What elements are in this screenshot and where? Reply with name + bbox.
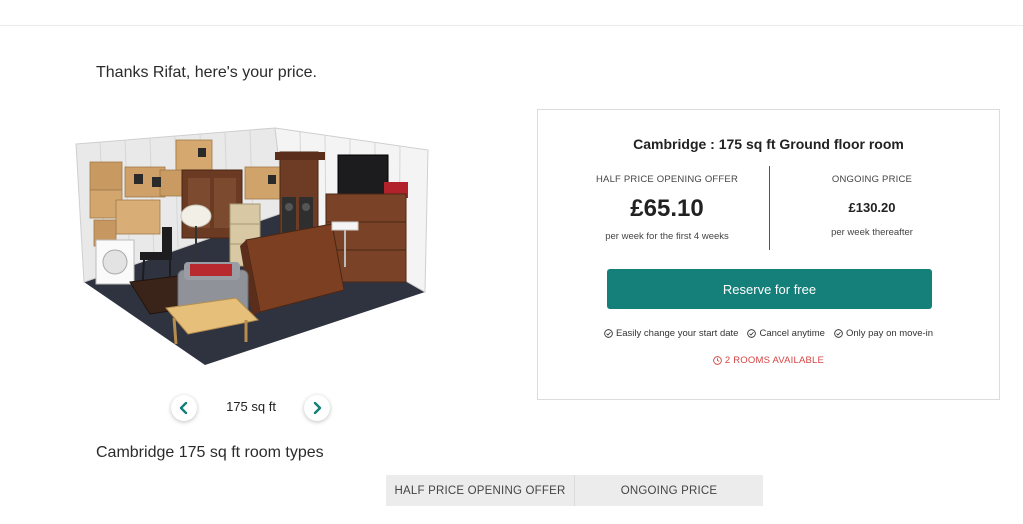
room-types-heading: Cambridge 175 sq ft room types bbox=[96, 444, 324, 461]
offer-label: HALF PRICE OPENING OFFER bbox=[595, 174, 739, 185]
offer-price-column: HALF PRICE OPENING OFFER £65.10 per week… bbox=[552, 174, 782, 242]
room-size-label: 175 sq ft bbox=[226, 399, 276, 414]
column-header-ongoing: ONGOING PRICE bbox=[574, 475, 763, 506]
check-circle-icon bbox=[834, 329, 843, 338]
ongoing-price: £130.20 bbox=[848, 200, 896, 215]
ongoing-label: ONGOING PRICE bbox=[831, 174, 913, 185]
ongoing-price-column: ONGOING PRICE £130.20 per week thereafte… bbox=[757, 174, 987, 238]
ongoing-note: per week thereafter bbox=[831, 227, 913, 238]
feature-label: Cancel anytime bbox=[759, 328, 825, 339]
chevron-right-icon bbox=[313, 402, 322, 414]
previous-size-button[interactable] bbox=[171, 395, 197, 421]
feature-item: Easily change your start date bbox=[604, 328, 739, 339]
clock-icon bbox=[713, 356, 722, 365]
next-size-button[interactable] bbox=[304, 395, 330, 421]
column-header-offer: HALF PRICE OPENING OFFER bbox=[394, 484, 566, 497]
feature-list: Easily change your start date Cancel any… bbox=[538, 328, 999, 339]
feature-label: Easily change your start date bbox=[615, 328, 739, 339]
offer-price: £65.10 bbox=[630, 195, 704, 222]
chevron-left-icon bbox=[179, 402, 188, 414]
check-circle-icon bbox=[747, 329, 757, 338]
greeting-heading: Thanks Rifat, here's your price. bbox=[96, 64, 317, 81]
feature-label: Only pay on move-in bbox=[845, 328, 934, 339]
price-card: Cambridge : 175 sq ft Ground floor room … bbox=[537, 109, 1000, 400]
offer-note: per week for the first 4 weeks bbox=[605, 231, 729, 242]
feature-item: Only pay on move-in bbox=[834, 328, 933, 339]
reserve-button[interactable]: Reserve for free bbox=[607, 269, 932, 309]
room-title: Cambridge : 175 sq ft Ground floor room bbox=[633, 136, 904, 152]
storage-room-illustration bbox=[75, 127, 429, 365]
room-types-table-header: HALF PRICE OPENING OFFER ONGOING PRICE bbox=[386, 475, 763, 506]
availability-text: 2 ROOMS AVAILABLE bbox=[724, 355, 825, 366]
room-size-selector: 175 sq ft bbox=[169, 393, 334, 423]
check-circle-icon bbox=[604, 329, 613, 338]
feature-item: Cancel anytime bbox=[747, 328, 825, 339]
availability-notice: 2 ROOMS AVAILABLE bbox=[538, 355, 999, 366]
header-divider bbox=[0, 25, 1023, 26]
